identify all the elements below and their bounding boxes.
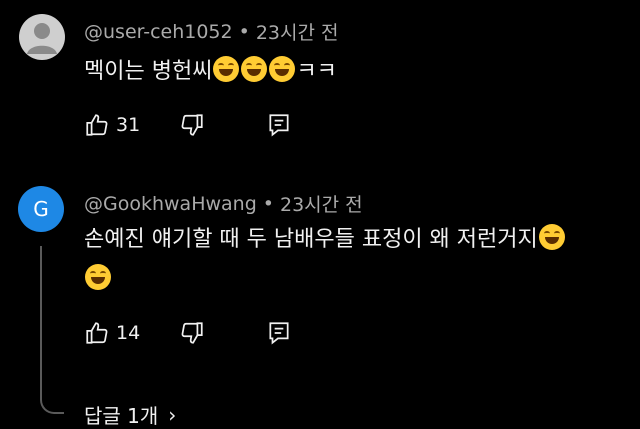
reply-button[interactable] xyxy=(266,112,292,138)
comment-header: @user-ceh1052 • 23시간 전 xyxy=(84,18,339,45)
comment-author[interactable]: @user-ceh1052 xyxy=(84,21,233,43)
grinning-face-icon xyxy=(85,264,111,290)
comment-time: 23시간 전 xyxy=(255,22,339,44)
dislike-button[interactable] xyxy=(179,112,205,138)
separator-dot: • xyxy=(262,192,274,215)
comment-text-line1: 손예진 얘기할 때 두 남배우들 표정이 왜 저런거지 xyxy=(84,227,538,252)
replies-label: 답글 1개 xyxy=(84,404,159,428)
comment-text-line2 xyxy=(84,262,112,292)
user-avatar[interactable] xyxy=(19,14,65,60)
reply-button[interactable] xyxy=(266,320,292,346)
comment-time: 23시간 전 xyxy=(280,194,363,216)
comment-reply-icon xyxy=(269,322,289,345)
comment-reply-icon xyxy=(269,114,289,137)
comment-text-main: 멕이는 병헌씨 xyxy=(84,59,213,84)
user-avatar[interactable]: G xyxy=(18,186,64,232)
comment-text: 손예진 얘기할 때 두 남배우들 표정이 왜 저런거지 xyxy=(84,222,566,252)
thumbs-up-icon xyxy=(86,322,108,344)
comment-text-suffix: ㅋㅋ xyxy=(296,59,337,84)
grinning-face-icon xyxy=(213,56,240,82)
like-count: 14 xyxy=(116,322,141,344)
thumbs-down-icon xyxy=(181,322,203,344)
grinning-face-icon xyxy=(269,56,296,82)
comment-header: @GookhwaHwang • 23시간 전 xyxy=(84,190,363,217)
default-user-avatar-icon xyxy=(27,23,57,54)
separator-dot: • xyxy=(238,20,250,43)
thumbs-up-icon xyxy=(86,114,108,136)
dislike-button[interactable] xyxy=(179,320,205,346)
thread-line xyxy=(40,246,64,414)
like-count: 31 xyxy=(116,114,141,136)
grinning-face-icon xyxy=(241,56,268,82)
chevron-right-icon: › xyxy=(168,402,177,427)
comment-author[interactable]: @GookhwaHwang xyxy=(84,193,257,215)
thumbs-down-icon xyxy=(181,114,203,136)
comment-text: 멕이는 병헌씨 ㅋㅋ xyxy=(84,54,337,84)
like-button[interactable]: 14 xyxy=(84,320,140,346)
like-button[interactable]: 31 xyxy=(84,112,140,138)
avatar-letter: G xyxy=(33,197,49,221)
grinning-face-icon xyxy=(538,224,565,250)
view-replies-button[interactable]: 답글 1개 › xyxy=(84,400,176,429)
